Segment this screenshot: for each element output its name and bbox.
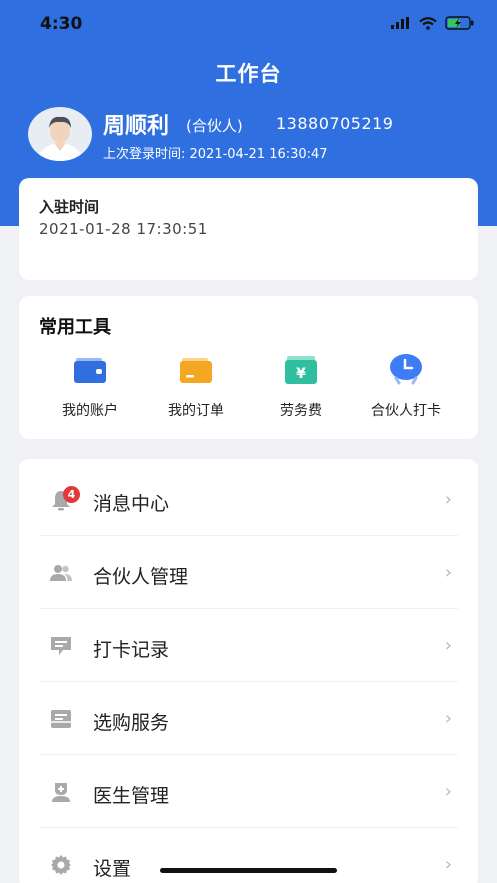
purchase-service-icon	[51, 710, 71, 728]
wallet-icon	[73, 352, 107, 386]
menu-label: 医生管理	[93, 785, 170, 807]
menu-item-purchase-services[interactable]: 选购服务 ›	[19, 682, 478, 755]
tool-label: 合伙人打卡	[371, 403, 441, 419]
user-avatar-icon	[28, 107, 92, 161]
menu-label: 设置	[93, 858, 132, 880]
chevron-right-icon: ›	[444, 854, 452, 875]
svg-text:¥: ¥	[296, 366, 306, 382]
unread-badge: 4	[63, 486, 80, 503]
menu-item-doctor-management[interactable]: 医生管理 ›	[19, 755, 478, 828]
tool-label: 我的订单	[168, 403, 224, 419]
wifi-icon	[419, 16, 437, 30]
common-tools-card: 常用工具 我的账户 我的订单 ¥ 劳务费 合伙人打卡	[19, 296, 478, 439]
menu-item-message-center[interactable]: 4 消息中心 ›	[19, 463, 478, 536]
yuan-bill-icon: ¥	[284, 352, 318, 386]
menu-label: 打卡记录	[93, 639, 170, 661]
status-bar: 4:30	[0, 0, 497, 48]
tools-title: 常用工具	[39, 317, 111, 338]
menu-label: 合伙人管理	[93, 566, 189, 588]
page-title: 工作台	[215, 62, 282, 86]
menu-item-partner-management[interactable]: 合伙人管理 ›	[19, 536, 478, 609]
tool-label: 劳务费	[280, 403, 322, 419]
tool-labor-fee[interactable]: ¥ 劳务费	[246, 352, 356, 420]
join-time-value: 2021-01-28 17:30:51	[39, 220, 208, 238]
tool-my-orders[interactable]: 我的订单	[141, 352, 251, 420]
users-icon	[50, 565, 72, 581]
user-name: 周顺利	[103, 114, 170, 139]
clock-icon	[389, 352, 423, 386]
tool-label: 我的账户	[62, 403, 118, 419]
menu-item-settings[interactable]: 设置 ›	[19, 828, 478, 883]
chevron-right-icon: ›	[444, 562, 452, 583]
chevron-right-icon: ›	[444, 781, 452, 802]
battery-charging-icon	[445, 16, 474, 30]
join-time-card: 入驻时间 2021-01-28 17:30:51	[19, 178, 478, 280]
status-time: 4:30	[40, 14, 83, 34]
last-login-time: 上次登录时间: 2021-04-21 16:30:47	[103, 147, 328, 162]
avatar[interactable]	[28, 107, 92, 161]
settings-gear-icon	[51, 855, 71, 875]
doctor-icon	[52, 783, 70, 802]
join-time-label: 入驻时间	[39, 198, 100, 216]
tool-partner-checkin[interactable]: 合伙人打卡	[351, 352, 461, 420]
chevron-right-icon: ›	[444, 635, 452, 656]
order-folder-icon	[179, 352, 213, 386]
user-phone: 13880705219	[276, 114, 394, 133]
status-icons	[391, 16, 475, 30]
tool-my-account[interactable]: 我的账户	[35, 352, 145, 420]
menu-item-checkin-records[interactable]: 打卡记录 ›	[19, 609, 478, 682]
menu-label: 消息中心	[93, 493, 170, 515]
home-indicator[interactable]	[160, 868, 337, 873]
menu-card: 4 消息中心 › 合伙人管理 › 打卡记录 › 选购服务 › 医生管理 › 设置…	[19, 459, 478, 883]
menu-label: 选购服务	[93, 712, 170, 734]
user-role: (合伙人)	[186, 117, 243, 135]
checkin-record-icon	[51, 637, 71, 655]
cellular-signal-icon	[391, 17, 409, 29]
chevron-right-icon: ›	[444, 708, 452, 729]
chevron-right-icon: ›	[444, 489, 452, 510]
